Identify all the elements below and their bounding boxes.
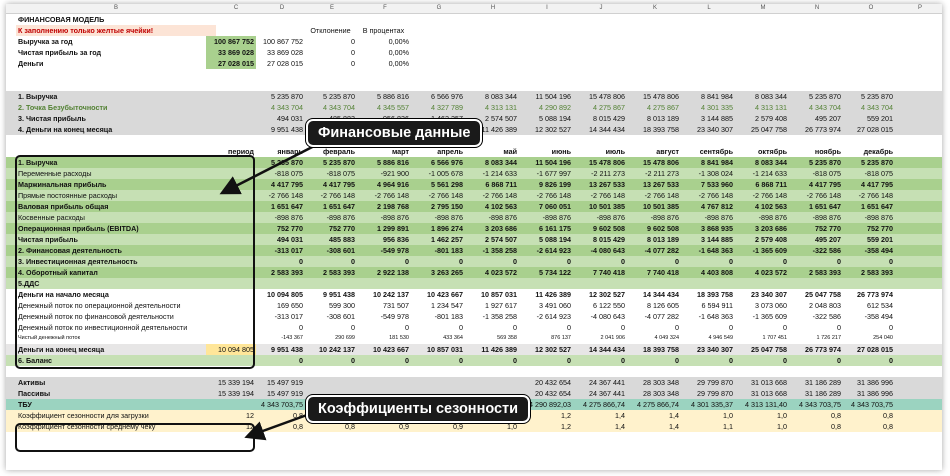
arrow-financial	[219, 139, 325, 195]
annotation-financial-data: Финансовые данные	[306, 119, 483, 147]
annotation-seasonal-coef: Коэффициенты сезонности	[306, 395, 531, 423]
spreadsheet-window: BCDEFGHIJKLMNOP ФИНАНСОВАЯ МОДЕЛЬ К запол…	[6, 4, 942, 470]
